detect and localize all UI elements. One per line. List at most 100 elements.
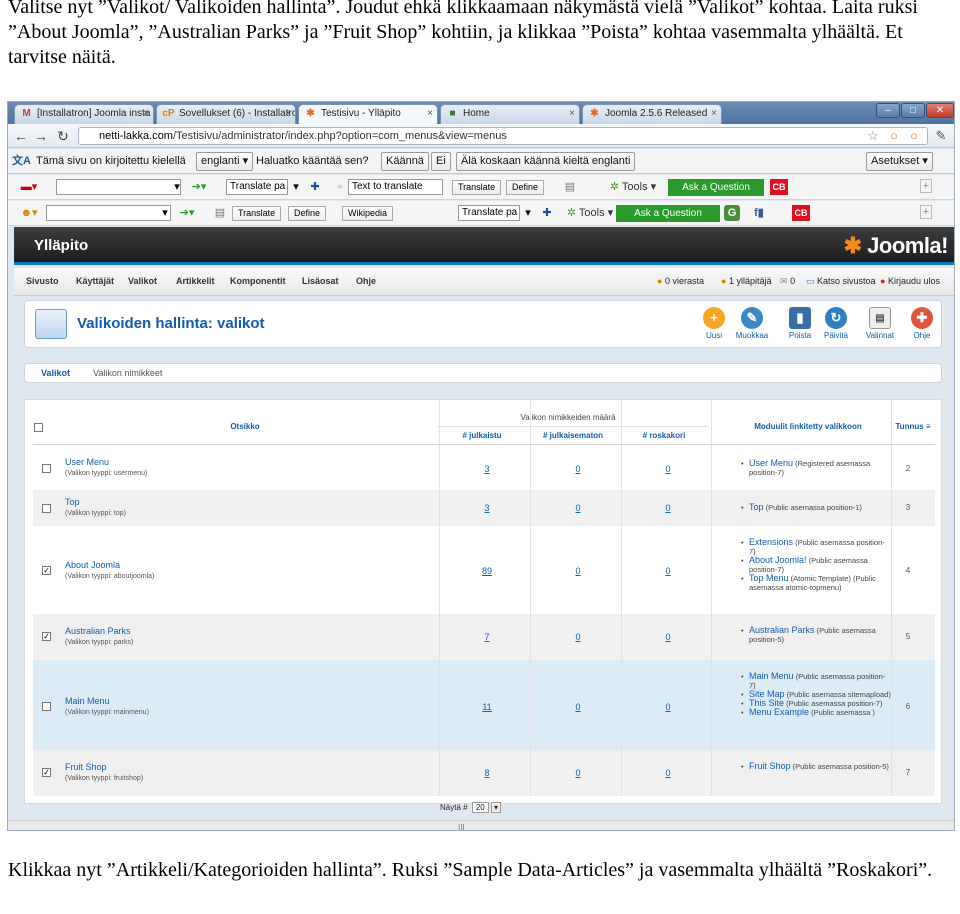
menu-title-link[interactable]: Fruit Shop (65, 762, 107, 772)
module-link[interactable]: Top Menu (749, 573, 789, 583)
minimize-icon[interactable]: – (876, 103, 900, 118)
logout-link[interactable]: ● Kirjaudu ulos (880, 276, 940, 286)
chevron-down-icon[interactable]: ▾ (490, 802, 501, 813)
settings-button[interactable]: Asetukset ▾ (866, 152, 933, 171)
close-icon[interactable]: × (569, 105, 575, 123)
menu-title-link[interactable]: Australian Parks (65, 626, 131, 636)
messages-status[interactable]: ✉ 0 (780, 276, 795, 287)
search-input[interactable] (46, 205, 171, 221)
url-input[interactable]: netti-lakka.com/Testisivu/administrator/… (78, 127, 928, 145)
cb-icon[interactable]: CB (792, 205, 810, 221)
define-btn[interactable]: Define (288, 206, 327, 221)
back-icon[interactable]: ← (12, 127, 30, 145)
extension-icon[interactable]: ○ (906, 127, 922, 145)
forward-icon[interactable]: → (32, 127, 50, 145)
dropdown-icon[interactable]: ▾ (290, 179, 302, 195)
help-button[interactable]: ✚ Ohje (905, 307, 939, 340)
published-count[interactable]: 3 (457, 503, 517, 513)
module-link[interactable]: Extensions (749, 537, 793, 547)
tab-valikon-nimikkeet[interactable]: Valikon nimikkeet (93, 368, 162, 378)
row-checkbox[interactable]: ✓ (42, 768, 51, 777)
translate-button[interactable]: Käännä (381, 152, 429, 171)
module-link[interactable]: Main Menu (749, 671, 794, 681)
close-icon[interactable]: × (143, 105, 149, 123)
translate-select[interactable]: Translate pa (458, 205, 520, 221)
module-link[interactable]: Australian Parks (749, 625, 815, 635)
published-count[interactable]: 7 (457, 632, 517, 642)
unpublished-count[interactable]: 0 (548, 566, 608, 576)
dropdown-icon[interactable]: ▾ (522, 205, 534, 221)
dropdown-icon[interactable]: ▾ (172, 179, 182, 195)
close-window-icon[interactable]: ✕ (926, 103, 954, 118)
go-icon[interactable]: ➔▾ (176, 205, 198, 221)
tab-valikot[interactable]: Valikot (41, 368, 70, 378)
module-link[interactable]: Top (749, 502, 764, 512)
g-icon[interactable]: G (724, 205, 740, 221)
unpublished-count[interactable]: 0 (548, 768, 608, 778)
module-link[interactable]: Menu Example (749, 707, 809, 717)
browser-tab[interactable]: M [Installatron] Joomla insta × (14, 104, 154, 124)
translate-btn[interactable]: Translate (232, 206, 282, 221)
refresh-button[interactable]: ↻ Päivitä (819, 307, 853, 340)
no-button[interactable]: Ei (431, 152, 451, 171)
cb-icon[interactable]: CB (770, 179, 788, 195)
module-link[interactable]: About Joomla! (749, 555, 807, 565)
published-count[interactable]: 89 (457, 566, 517, 576)
trashed-count[interactable]: 0 (638, 702, 698, 712)
published-count[interactable]: 11 (457, 702, 517, 712)
close-icon[interactable]: × (427, 105, 433, 123)
calculator-icon[interactable]: ▤ (214, 205, 226, 221)
menu-valikot[interactable]: Valikot (128, 276, 157, 286)
flag-icon[interactable]: ▬▾ (14, 179, 44, 195)
bookmark-star-icon[interactable]: ☆ (865, 127, 881, 145)
browser-tab-active[interactable]: ✱ Testisivu - Ylläpito × (298, 104, 438, 125)
view-site-link[interactable]: ▭ Katso sivustoa (806, 276, 876, 287)
expand-icon[interactable]: + (920, 205, 932, 219)
browser-tab[interactable]: ✱ Joomla 2.5.6 Released × (582, 104, 722, 124)
header-id[interactable]: Tunnus ≡ (891, 422, 935, 431)
translate-select[interactable]: Translate pa (226, 179, 288, 195)
row-checkbox[interactable] (42, 464, 51, 473)
select-all-checkbox[interactable] (34, 423, 43, 432)
menu-artikkelit[interactable]: Artikkelit (176, 276, 215, 286)
published-count[interactable]: 8 (457, 768, 517, 778)
row-checkbox[interactable] (42, 504, 51, 513)
reload-icon[interactable]: ↻ (54, 127, 72, 145)
maximize-icon[interactable]: □ (901, 103, 925, 118)
extension-icon[interactable]: ○ (886, 127, 902, 145)
row-checkbox[interactable]: ✓ (42, 632, 51, 641)
wrench-icon[interactable]: ✎ (933, 127, 949, 145)
unpublished-count[interactable]: 0 (548, 702, 608, 712)
options-button[interactable]: ▤ Valinnat (863, 307, 897, 340)
trashed-count[interactable]: 0 (638, 768, 698, 778)
unpublished-count[interactable]: 0 (548, 503, 608, 513)
trashed-count[interactable]: 0 (638, 503, 698, 513)
pager-select[interactable]: 20 (471, 802, 489, 813)
menu-sivusto[interactable]: Sivusto (26, 276, 59, 286)
menu-ohje[interactable]: Ohje (356, 276, 376, 286)
menu-title-link[interactable]: Main Menu (65, 696, 110, 706)
unpublished-count[interactable]: 0 (548, 632, 608, 642)
toolbar-logo-icon[interactable]: ☻▾ (14, 205, 44, 221)
ask-question-button[interactable]: Ask a Question (616, 205, 720, 222)
facebook-icon[interactable]: f▮ (748, 205, 770, 221)
edit-button[interactable]: ✎ Muokkaa (735, 307, 769, 340)
menu-komponentit[interactable]: Komponentit (230, 276, 286, 286)
wikipedia-btn[interactable]: Wikipedia (342, 206, 394, 221)
new-button[interactable]: + Uusi (697, 307, 731, 340)
menu-title-link[interactable]: Top (65, 497, 80, 507)
header-title[interactable]: Otsikko (195, 422, 295, 431)
define-btn[interactable]: Define (506, 180, 545, 195)
language-select[interactable]: englanti ▾ (196, 152, 254, 171)
expand-icon[interactable]: + (920, 179, 932, 193)
calculator-icon[interactable]: ▤ (564, 179, 576, 195)
row-checkbox[interactable]: ✓ (42, 566, 51, 575)
browser-tab[interactable]: cP Sovellukset (6) - Installatro × (156, 104, 296, 124)
horizontal-scrollbar[interactable]: III (8, 820, 954, 830)
go-icon[interactable]: ➔▾ (188, 179, 210, 195)
menu-title-link[interactable]: About Joomla (65, 560, 120, 570)
menu-lisaosat[interactable]: Lisäosat (302, 276, 339, 286)
close-icon[interactable]: × (285, 105, 291, 123)
scrollbar-grip[interactable]: III (458, 823, 465, 830)
module-link[interactable]: User Menu (749, 458, 793, 468)
